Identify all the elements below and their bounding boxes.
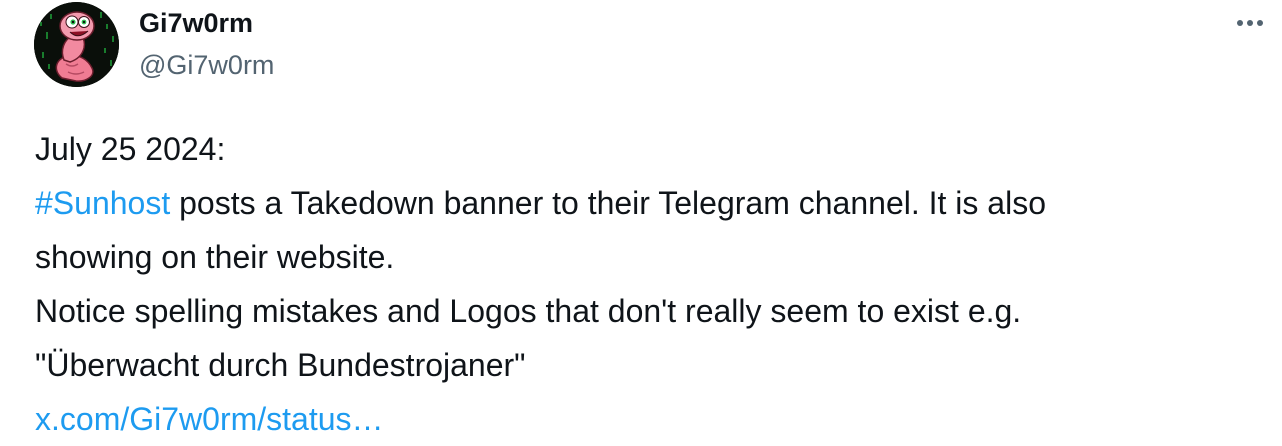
tweet-text: July 25 2024: #Sunhost posts a Takedown …	[35, 122, 1265, 446]
tweet-line-quote: "Überwacht durch Bundestrojaner"	[35, 347, 526, 383]
author-display-name[interactable]: Gi7w0rm	[139, 6, 253, 40]
worm-avatar-icon	[34, 2, 119, 87]
tweet-line-website: showing on their website.	[35, 239, 395, 275]
tweet-line-text: posts a Takedown banner to their Telegra…	[170, 185, 1046, 221]
tweet-line-notice: Notice spelling mistakes and Logos that …	[35, 293, 1022, 329]
status-link[interactable]: x.com/Gi7w0rm/status…	[35, 401, 384, 437]
avatar[interactable]	[34, 2, 119, 87]
tweet-line-link: x.com/Gi7w0rm/status…	[35, 392, 1265, 446]
author-handle[interactable]: @Gi7w0rm	[139, 48, 274, 82]
tweet-line-date: July 25 2024:	[35, 131, 226, 167]
more-horizontal-icon	[1237, 20, 1263, 26]
tweet-card: Gi7w0rm @Gi7w0rm July 25 2024: #Sunhost …	[0, 0, 1282, 437]
tweet-line-hashtag: #Sunhost posts a Takedown banner to thei…	[35, 176, 1265, 230]
hashtag-link[interactable]: #Sunhost	[35, 185, 170, 221]
more-options-button[interactable]	[1230, 6, 1270, 40]
